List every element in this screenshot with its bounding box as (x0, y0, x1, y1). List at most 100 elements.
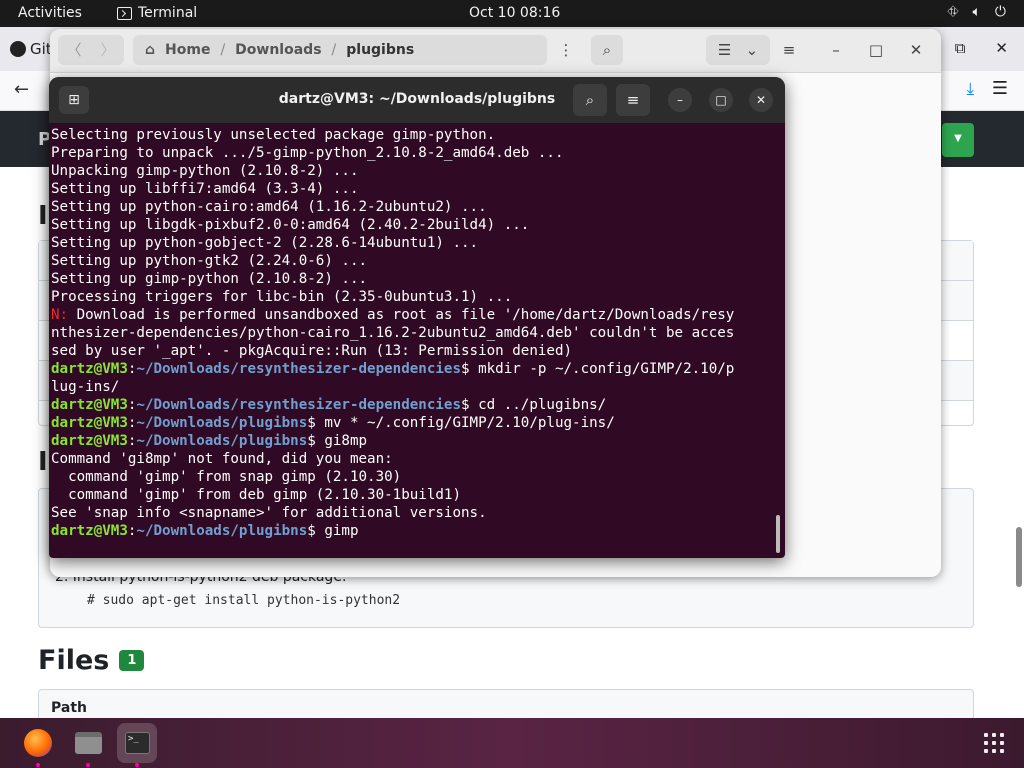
nav-buttons: 〈 〉 (58, 35, 124, 65)
path-home[interactable]: Home (165, 42, 210, 58)
terminal-headerbar: ⊞ dartz@VM3: ~/Downloads/plugibns ⌕ ≡ – … (49, 77, 785, 123)
app-name: Terminal (138, 5, 198, 21)
chevron-down-icon[interactable]: ⌄ (746, 41, 759, 59)
search-icon[interactable]: ⌕ (591, 35, 623, 65)
terminal-line: dartz@VM3:~/Downloads/plugibns$ gi8mp (51, 433, 368, 449)
view-toggle[interactable]: ☰ ⌄ (706, 35, 770, 65)
path-column-header: Path (51, 700, 87, 716)
terminal-line: Setting up gimp-python (2.10.8-2) ... (51, 270, 771, 288)
maximize-icon[interactable]: □ (862, 35, 890, 65)
forward-icon[interactable]: 〉 (101, 41, 116, 59)
files-icon (75, 732, 102, 754)
terminal-line: command 'gimp' from snap gimp (2.10.30) (51, 468, 771, 486)
terminal-line: sed by user '_apt'. - pkgAcquire::Run (1… (51, 342, 771, 360)
maximize-icon[interactable]: □ (709, 88, 733, 112)
volume-icon[interactable]: 🔈︎ (973, 4, 981, 20)
files-heading: Files (38, 645, 110, 676)
path-current[interactable]: plugibns (346, 42, 414, 58)
prompt-user: dartz@VM3 (51, 523, 128, 539)
download-icon[interactable]: ⤓ (966, 79, 974, 99)
show-apps-icon[interactable] (984, 733, 1004, 753)
line-text: $ cd ../plugibns/ (461, 397, 607, 413)
line-text: Setting up python-gtk2 (2.24.0-6) ... (51, 253, 368, 269)
line-text: See 'snap info <snapname>' for additiona… (51, 505, 487, 521)
running-indicator (135, 763, 139, 767)
terminal-line: dartz@VM3:~/Downloads/resynthesizer-depe… (51, 361, 735, 377)
line-text: Setting up python-gobject-2 (2.28.6-14ub… (51, 235, 479, 251)
terminal-line: See 'snap info <snapname>' for additiona… (51, 504, 771, 522)
line-text: Preparing to unpack .../5-gimp-python_2.… (51, 145, 564, 161)
section-heading: I (38, 201, 48, 231)
back-icon[interactable]: 〈 (66, 41, 81, 59)
line-text: Selecting previously unselected package … (51, 127, 496, 143)
files-count-badge: 1 (119, 650, 145, 671)
path-bar[interactable]: ⌂ Home / Downloads / plugibns (133, 35, 547, 65)
line-text: Setting up python-cairo:amd64 (1.16.2-2u… (51, 199, 487, 215)
top-bar: Activities Terminal Oct 10 08:16 ⛗ 🔈︎ ⏻ (0, 0, 1024, 27)
clock[interactable]: Oct 10 08:16 (469, 5, 560, 21)
section-heading: I (38, 447, 48, 477)
hamburger-menu-icon[interactable]: ☰ (992, 78, 1008, 99)
terminal-line: Setting up python-gtk2 (2.24.0-6) ... (51, 252, 771, 270)
browser-window-controls: ⧉ ✕ (955, 39, 1008, 57)
terminal-line: dartz@VM3:~/Downloads/resynthesizer-depe… (51, 397, 607, 413)
close-icon[interactable]: ✕ (902, 35, 930, 65)
main-menu-icon[interactable]: ≡ (774, 35, 804, 65)
terminal-icon: >_ (125, 732, 150, 754)
dock-terminal[interactable]: >_ (117, 723, 157, 767)
close-icon[interactable]: ✕ (995, 39, 1008, 57)
terminal-line: Processing triggers for libc-bin (2.35-0… (51, 288, 771, 306)
terminal-line: N: Download is performed unsandboxed as … (51, 306, 771, 324)
terminal-line: Preparing to unpack .../5-gimp-python_2.… (51, 144, 771, 162)
terminal-line: Setting up libgdk-pixbuf2.0-0:amd64 (2.4… (51, 216, 771, 234)
terminal-line: command 'gimp' from deb gimp (2.10.30-1b… (51, 486, 771, 504)
line-text: $ mv * ~/.config/GIMP/2.10/plug-ins/ (307, 415, 615, 431)
line-text: sed by user '_apt'. - pkgAcquire::Run (1… (51, 343, 573, 359)
app-menu[interactable]: Terminal (117, 5, 197, 21)
restore-icon[interactable]: ⧉ (955, 39, 966, 57)
line-text: Command 'gi8mp' not found, did you mean: (51, 451, 393, 467)
prompt-path: ~/Downloads/plugibns (136, 523, 308, 539)
running-indicator (36, 763, 40, 767)
install-command: # sudo apt-get install python-is-python2 (87, 593, 401, 608)
prompt-path: ~/Downloads/resynthesizer-dependencies (136, 361, 462, 377)
minimize-icon[interactable]: – (668, 88, 692, 112)
back-arrow-icon[interactable]: ← (14, 79, 29, 100)
minimize-icon[interactable]: – (822, 35, 850, 65)
terminal-line: Setting up python-gobject-2 (2.28.6-14ub… (51, 234, 771, 252)
line-text: $ gi8mp (307, 433, 368, 449)
dock-firefox[interactable] (18, 723, 58, 767)
network-icon[interactable]: ⛗ (947, 4, 958, 20)
activities-button[interactable]: Activities (18, 5, 82, 21)
terminal-icon (117, 6, 132, 20)
prompt-user: dartz@VM3 (51, 433, 128, 449)
list-view-icon[interactable]: ☰ (718, 41, 731, 59)
firefox-icon (24, 729, 52, 757)
path-downloads[interactable]: Downloads (235, 42, 321, 58)
close-icon[interactable]: ✕ (749, 88, 773, 112)
terminal-line: dartz@VM3:~/Downloads/plugibns$ mv * ~/.… (51, 415, 615, 431)
terminal-line: nthesizer-dependencies/python-cairo_1.16… (51, 324, 771, 342)
terminal-window: ⊞ dartz@VM3: ~/Downloads/plugibns ⌕ ≡ – … (49, 77, 785, 558)
power-icon[interactable]: ⏻ (995, 4, 1006, 20)
line-text: $ gimp (307, 523, 359, 539)
line-text: lug-ins/ (51, 379, 120, 395)
terminal-scrollbar[interactable] (776, 515, 780, 553)
menu-icon[interactable]: ≡ (616, 84, 650, 116)
kebab-menu-icon[interactable]: ⋮ (553, 35, 579, 65)
browser-tab[interactable]: Git (10, 40, 52, 58)
terminal-output[interactable]: Selecting previously unselected package … (51, 126, 771, 540)
tab-title: Git (30, 40, 52, 58)
search-icon[interactable]: ⌕ (573, 84, 607, 116)
dock-files[interactable] (68, 723, 108, 767)
prompt-path: ~/Downloads/resynthesizer-dependencies (136, 397, 462, 413)
dropdown-button[interactable]: ▼ (942, 123, 974, 157)
line-text: Setting up libgdk-pixbuf2.0-0:amd64 (2.4… (51, 217, 530, 233)
line-text: command 'gimp' from snap gimp (2.10.30) (51, 469, 402, 485)
terminal-line: Selecting previously unselected package … (51, 126, 771, 144)
terminal-line: dartz@VM3:~/Downloads/plugibns$ gimp (51, 523, 359, 539)
line-text: Unpacking gimp-python (2.10.8-2) ... (51, 163, 359, 179)
browser-scrollbar[interactable] (1016, 527, 1022, 587)
terminal-line: lug-ins/ (51, 378, 771, 396)
system-tray[interactable]: ⛗ 🔈︎ ⏻ (947, 4, 1006, 20)
